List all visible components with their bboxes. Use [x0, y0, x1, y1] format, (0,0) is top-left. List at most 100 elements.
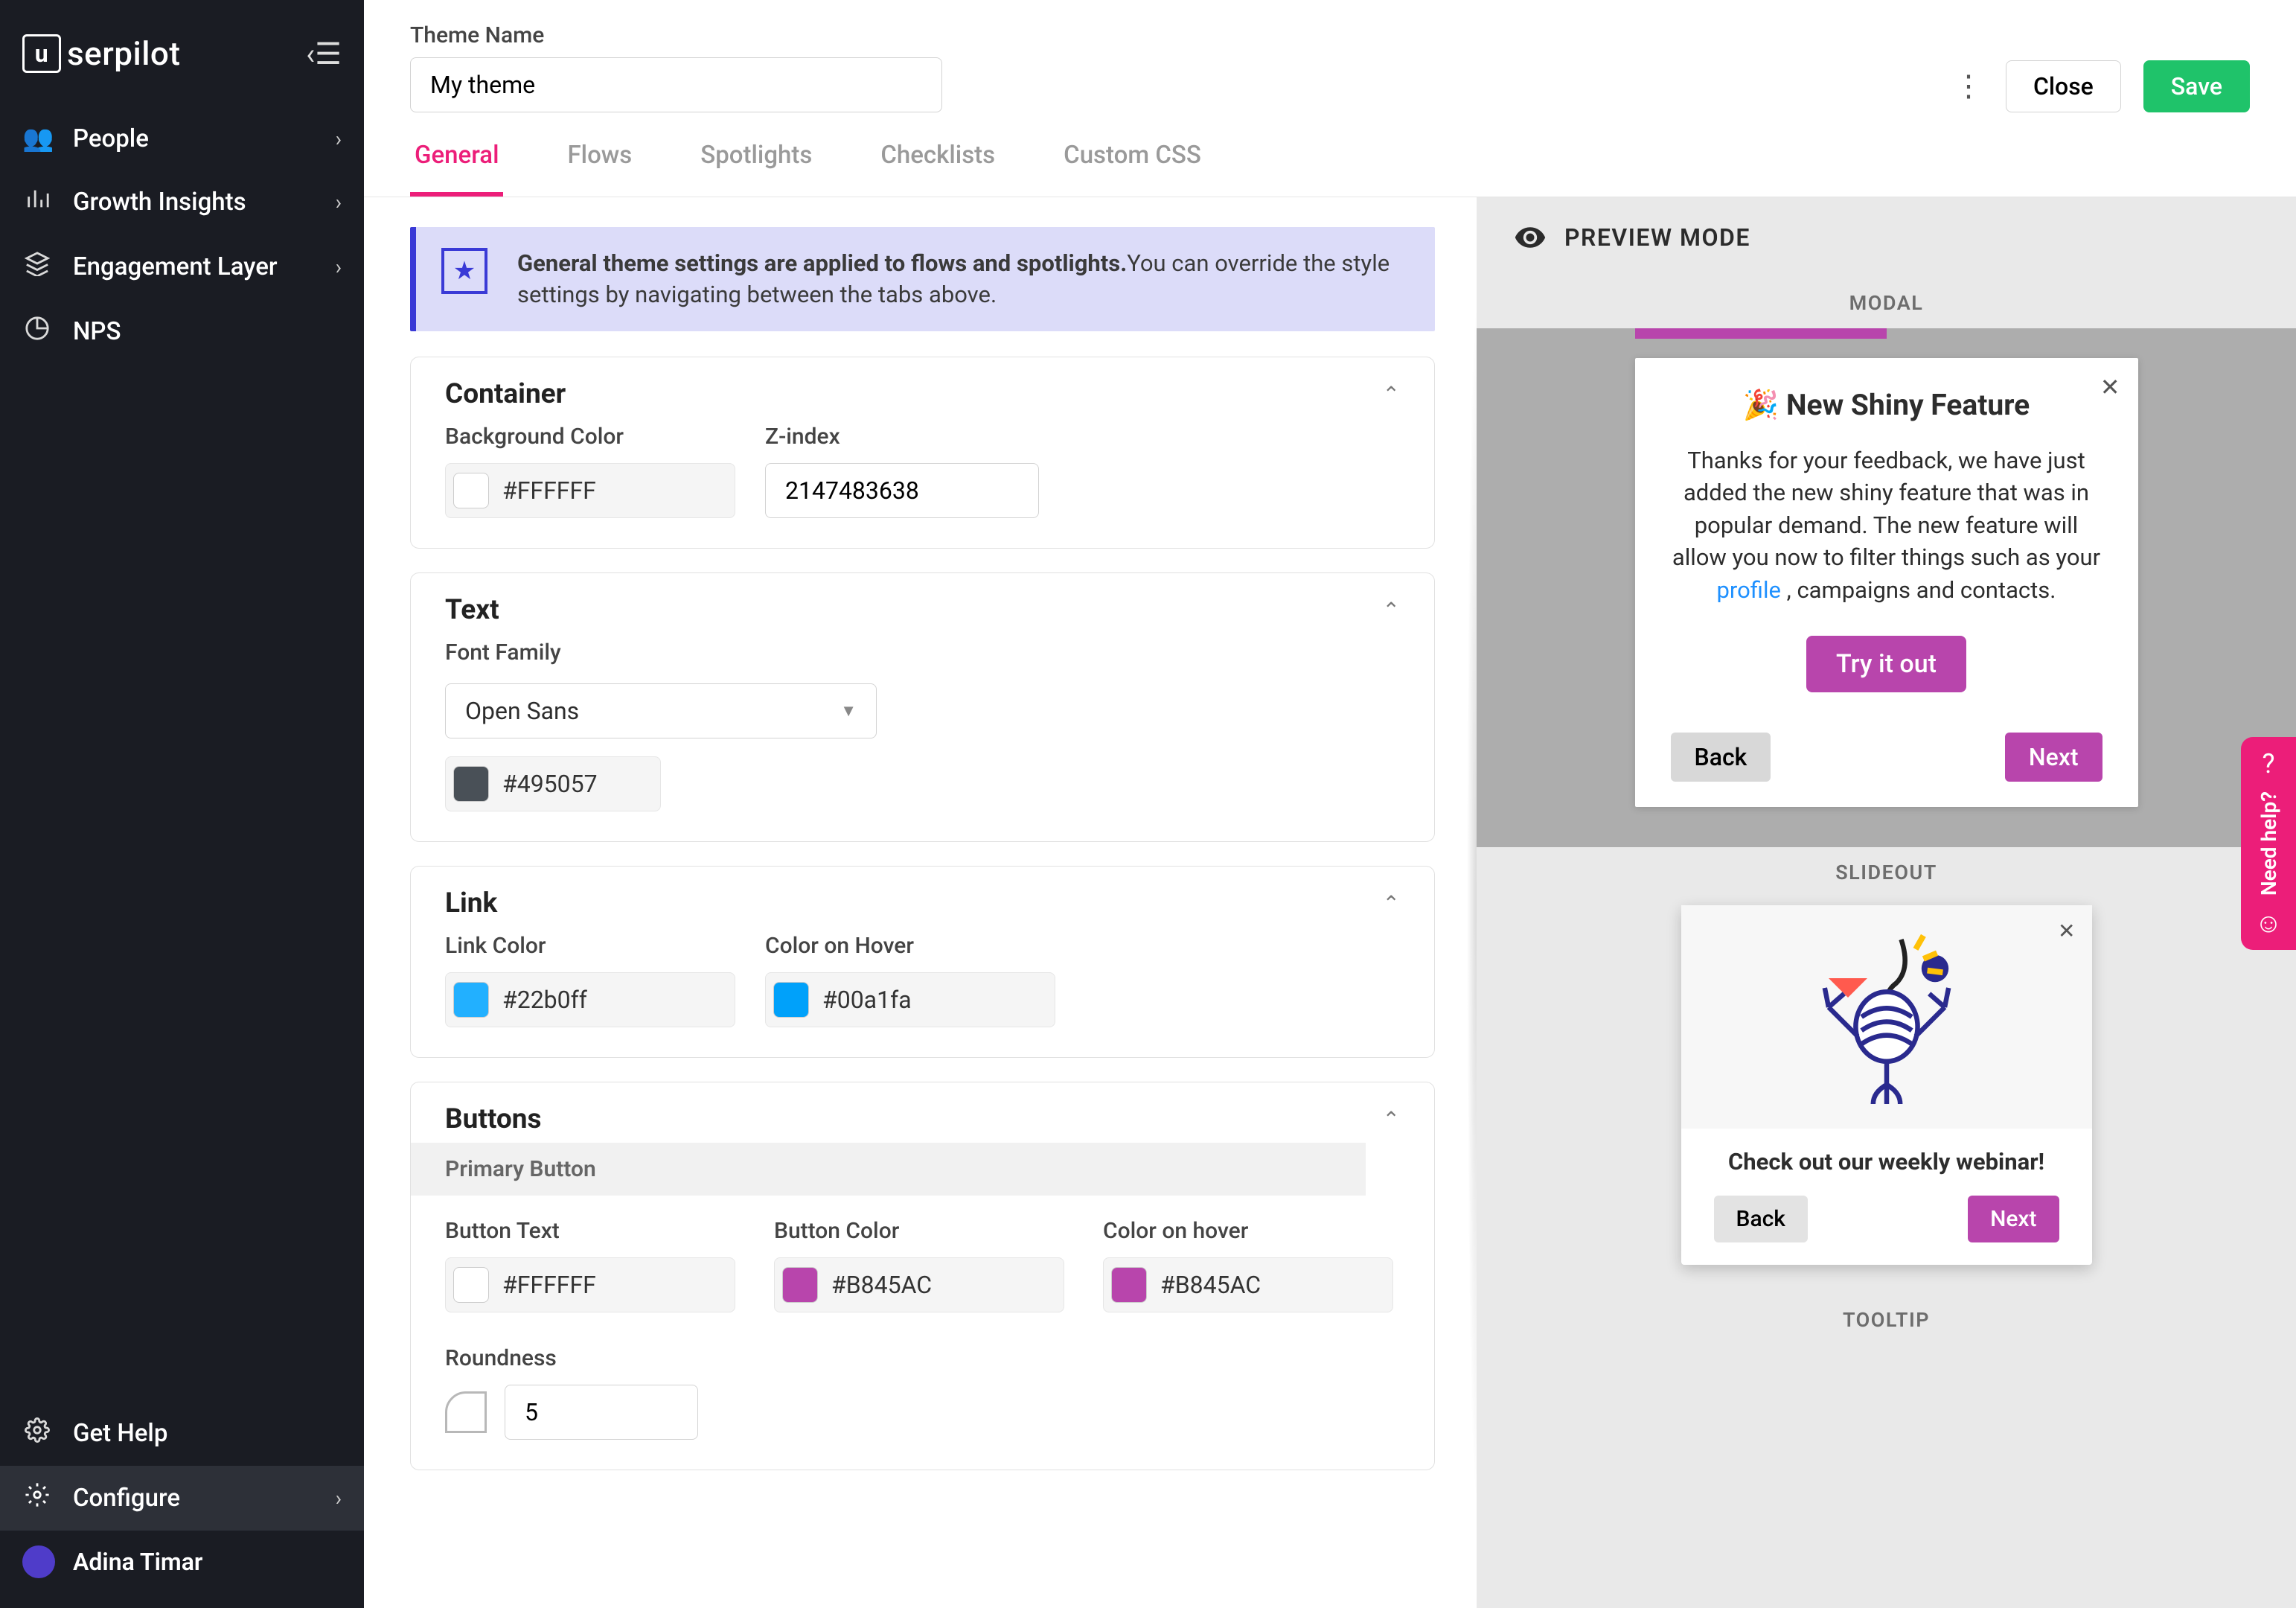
preview-modal: ✕ 🎉 New Shiny Feature Thanks for your fe… — [1635, 358, 2138, 807]
theme-name-input[interactable] — [410, 57, 942, 112]
color-swatch — [782, 1267, 818, 1303]
field-label: Color on hover — [1103, 1218, 1393, 1244]
field-label: Link Color — [445, 933, 735, 959]
chevron-right-icon: › — [336, 1486, 342, 1510]
sidebar-item-label: Configure — [73, 1484, 315, 1513]
chevron-up-icon[interactable]: ⌃ — [1383, 382, 1400, 406]
link-hover-color-input[interactable]: #00a1fa — [765, 972, 1055, 1027]
sidebar-item-label: Get Help — [73, 1419, 342, 1448]
slideout-illustration — [1681, 905, 2092, 1129]
more-options-icon[interactable]: ⋮ — [1954, 71, 1983, 101]
theme-name-label: Theme Name — [410, 22, 942, 48]
modal-link[interactable]: profile — [1717, 576, 1781, 604]
modal-heading: 🎉 New Shiny Feature — [1671, 388, 2102, 422]
slideout-text: Check out our weekly webinar! — [1681, 1129, 2092, 1196]
color-value: #FFFFFF — [502, 476, 596, 505]
main: Theme Name ⋮ Close Save General Flows Sp… — [364, 0, 2296, 1608]
close-button[interactable]: Close — [2006, 60, 2121, 112]
sidebar-item-label: NPS — [73, 317, 342, 346]
sidebar-item-configure[interactable]: Configure › — [0, 1466, 364, 1531]
zindex-input[interactable] — [765, 463, 1039, 518]
panel-title: Buttons — [445, 1103, 542, 1135]
info-banner: ★ General theme settings are applied to … — [410, 227, 1435, 331]
roundness-icon — [445, 1391, 487, 1433]
chevron-right-icon: › — [336, 255, 342, 279]
pie-chart-icon — [22, 316, 52, 348]
button-color-input[interactable]: #B845AC — [774, 1257, 1064, 1312]
settings-form: ★ General theme settings are applied to … — [364, 197, 1477, 1608]
user-profile[interactable]: Adina Timar — [0, 1531, 364, 1593]
button-hover-color-input[interactable]: #B845AC — [1103, 1257, 1393, 1312]
sidebar-item-engagement-layer[interactable]: Engagement Layer › — [0, 234, 364, 299]
field-label: Font Family — [445, 639, 1400, 666]
bar-chart-icon — [22, 186, 52, 218]
chevron-up-icon[interactable]: ⌃ — [1383, 598, 1400, 622]
sidebar-item-get-help[interactable]: Get Help — [0, 1401, 364, 1466]
settings-icon — [22, 1482, 52, 1514]
tab-checklists[interactable]: Checklists — [876, 141, 1000, 197]
chevron-up-icon[interactable]: ⌃ — [1383, 891, 1400, 916]
eye-icon — [1514, 221, 1547, 254]
button-text-color-input[interactable]: #FFFFFF — [445, 1257, 735, 1312]
panel-buttons: Buttons ⌃ Primary Button Button Text #FF… — [410, 1082, 1435, 1470]
color-swatch — [453, 766, 489, 802]
support-icon: ☺ — [2255, 907, 2283, 939]
panel-title: Text — [445, 594, 499, 626]
chevron-down-icon: ▼ — [840, 701, 857, 721]
sidebar-item-nps[interactable]: NPS — [0, 299, 364, 364]
topbar: Theme Name ⋮ Close Save — [364, 0, 2296, 112]
layers-icon — [22, 251, 52, 283]
tab-general[interactable]: General — [410, 141, 503, 197]
slideout-next-button[interactable]: Next — [1968, 1196, 2059, 1242]
sidebar-collapse-icon[interactable]: ‹☰ — [306, 36, 342, 71]
modal-next-button[interactable]: Next — [2005, 733, 2102, 782]
gear-icon — [22, 1417, 52, 1449]
panel-text: Text ⌃ Font Family Open Sans ▼ #495057 — [410, 572, 1435, 842]
preview-title: PREVIEW MODE — [1564, 223, 1750, 252]
color-swatch — [773, 982, 809, 1018]
panel-link: Link ⌃ Link Color #22b0ff Color on Hover — [410, 866, 1435, 1058]
chevron-right-icon: › — [336, 190, 342, 214]
color-swatch — [453, 473, 489, 508]
close-icon[interactable]: ✕ — [2058, 919, 2075, 943]
background-color-input[interactable]: #FFFFFF — [445, 463, 735, 518]
link-color-input[interactable]: #22b0ff — [445, 972, 735, 1027]
panel-subhead: Primary Button — [411, 1143, 1366, 1196]
color-value: #B845AC — [1160, 1271, 1261, 1299]
preview-panel: PREVIEW MODE MODAL ✕ 🎉 New Shiny Feature… — [1477, 197, 2296, 1608]
color-swatch — [1111, 1267, 1147, 1303]
select-value: Open Sans — [465, 697, 579, 725]
need-help-tab[interactable]: ? Need help? ☺ — [2241, 737, 2296, 950]
field-label: Button Text — [445, 1218, 735, 1244]
slideout-back-button[interactable]: Back — [1714, 1196, 1808, 1242]
tabs: General Flows Spotlights Checklists Cust… — [364, 112, 2296, 197]
modal-progress-bar — [1635, 328, 1887, 339]
sidebar-item-label: Engagement Layer — [73, 252, 315, 281]
color-value: #FFFFFF — [502, 1271, 596, 1299]
preview-slideout-label: SLIDEOUT — [1477, 861, 2296, 884]
panel-title: Container — [445, 378, 566, 410]
field-label: Background Color — [445, 424, 735, 450]
tab-custom-css[interactable]: Custom CSS — [1059, 141, 1206, 197]
preview-slideout: ✕ Check — [1681, 905, 2092, 1265]
close-icon[interactable]: ✕ — [2100, 373, 2120, 401]
modal-back-button[interactable]: Back — [1671, 733, 1771, 782]
text-color-input[interactable]: #495057 — [445, 756, 661, 811]
preview-modal-label: MODAL — [1477, 291, 2296, 315]
color-swatch — [453, 982, 489, 1018]
save-button[interactable]: Save — [2143, 60, 2250, 112]
font-family-select[interactable]: Open Sans ▼ — [445, 683, 877, 738]
chevron-up-icon[interactable]: ⌃ — [1383, 1107, 1400, 1132]
color-value: #22b0ff — [502, 986, 587, 1014]
celebrate-person-icon — [1790, 920, 1983, 1114]
try-it-out-button[interactable]: Try it out — [1806, 636, 1966, 692]
sidebar-item-label: People — [73, 124, 315, 153]
sidebar-item-people[interactable]: 👥 People › — [0, 107, 364, 170]
field-label: Color on Hover — [765, 933, 1055, 959]
avatar — [22, 1545, 55, 1578]
modal-body: Thanks for your feedback, we have just a… — [1671, 444, 2102, 606]
tab-flows[interactable]: Flows — [563, 141, 636, 197]
roundness-input[interactable] — [505, 1385, 698, 1440]
tab-spotlights[interactable]: Spotlights — [696, 141, 816, 197]
sidebar-item-growth-insights[interactable]: Growth Insights › — [0, 170, 364, 234]
